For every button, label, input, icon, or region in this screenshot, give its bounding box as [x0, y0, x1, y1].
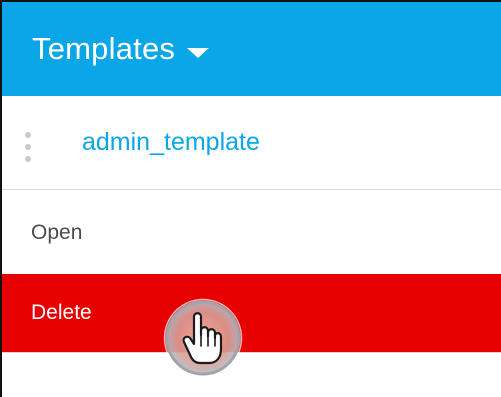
caret-down-icon [187, 48, 210, 58]
template-name[interactable]: admin_template [82, 128, 260, 157]
drag-handle-icon[interactable] [22, 132, 34, 166]
context-menu-open[interactable]: Open [2, 191, 501, 274]
context-menu-delete-label: Delete [31, 301, 92, 324]
templates-dropdown-header[interactable]: Templates [2, 2, 501, 96]
hand-pointer-icon [158, 293, 252, 378]
templates-title: Templates [32, 31, 176, 66]
context-menu-open-label: Open [31, 220, 83, 244]
template-list-item[interactable]: admin_template [2, 96, 501, 190]
